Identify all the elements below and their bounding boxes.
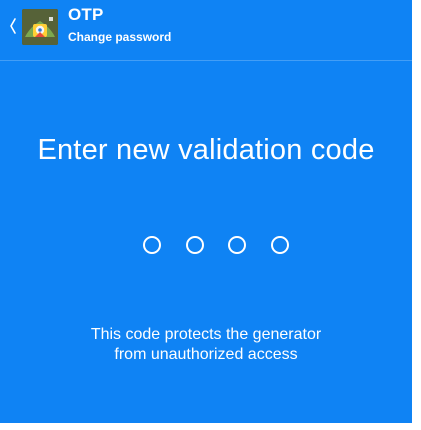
right-frame-border	[412, 0, 421, 430]
otp-app-icon[interactable]	[22, 9, 58, 45]
screen-subtitle: Change password	[68, 30, 172, 44]
protection-info-line-2: from unauthorized access	[114, 346, 298, 363]
validation-heading: Enter new validation code	[37, 134, 375, 166]
code-input-indicators[interactable]	[143, 236, 289, 255]
otp-screen: OTP Change password Enter new validation…	[0, 0, 421, 430]
app-bar-titles: OTP Change password	[68, 5, 171, 46]
chevron-left-icon[interactable]	[8, 17, 18, 35]
bottom-frame-border	[0, 423, 421, 430]
code-digit-indicator-3	[228, 236, 247, 254]
code-digit-indicator-1	[143, 236, 161, 254]
app-title: OTP	[68, 5, 104, 24]
protection-info-line-1: This code protects the generator	[90, 326, 322, 343]
app-bar: OTP Change password	[0, 0, 412, 61]
code-digit-indicator-4	[270, 236, 289, 254]
protection-info: This code protects the generator from un…	[0, 325, 412, 365]
code-digit-indicator-2	[185, 236, 204, 254]
